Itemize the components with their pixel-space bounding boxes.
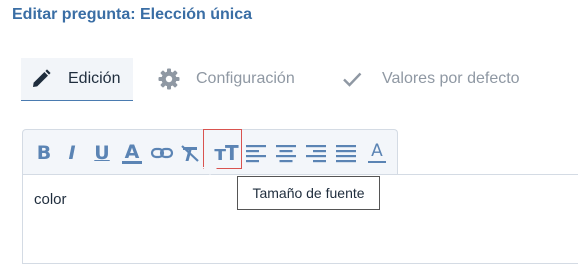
align-justify-icon — [335, 142, 357, 164]
background-color-icon: A — [371, 141, 383, 161]
underline-icon: U — [94, 142, 110, 164]
align-left-button[interactable] — [245, 142, 267, 164]
text-color-icon: A — [124, 140, 140, 163]
font-size-highlight — [203, 129, 242, 169]
color-bar — [122, 160, 142, 164]
tab-valores-por-defecto[interactable]: Valores por defecto — [340, 58, 520, 100]
align-right-icon — [305, 142, 327, 164]
align-right-button[interactable] — [305, 142, 327, 164]
gear-icon — [157, 67, 181, 91]
check-icon — [340, 67, 364, 91]
tab-configuracion[interactable]: Configuración — [157, 58, 295, 100]
underline-button[interactable]: U — [91, 142, 113, 164]
bold-button[interactable]: B — [33, 142, 55, 164]
text-color-button[interactable]: A — [121, 142, 143, 164]
align-left-icon — [245, 142, 267, 164]
justify-button[interactable] — [335, 142, 357, 164]
tab-label: Valores por defecto — [382, 70, 520, 87]
align-center-button[interactable] — [275, 142, 297, 164]
editor-content[interactable]: color — [34, 191, 67, 208]
pencil-icon — [30, 68, 52, 90]
link-button[interactable] — [150, 142, 174, 164]
italic-button[interactable]: I — [61, 142, 83, 164]
link-icon — [150, 142, 174, 164]
tab-label: Edición — [68, 70, 121, 87]
clear-format-icon — [179, 142, 201, 164]
bold-icon: B — [36, 142, 52, 164]
tooltip: Tamaño de fuente — [237, 176, 380, 210]
align-center-icon — [275, 142, 297, 164]
background-color-button[interactable]: A — [366, 142, 388, 164]
page-title: Editar pregunta: Elección única — [12, 6, 253, 23]
tab-edicion[interactable]: Edición — [21, 58, 133, 101]
color-bar — [368, 161, 386, 163]
toolbar-pointer — [202, 167, 218, 175]
italic-icon: I — [68, 142, 76, 164]
tab-label: Configuración — [196, 70, 295, 87]
clear-format-button[interactable] — [179, 142, 201, 164]
